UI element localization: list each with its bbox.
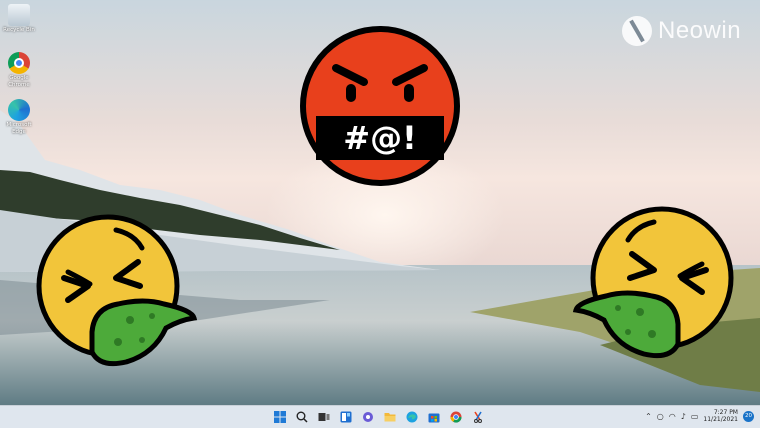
taskbar: ⌃ ○ ◠ ♪ ▭ 7:27 PM 11/21/2021 20 bbox=[0, 405, 760, 428]
desktop-icon-label: Recycle Bin bbox=[3, 27, 35, 33]
volume-icon[interactable]: ♪ bbox=[681, 412, 686, 421]
store-icon[interactable] bbox=[426, 409, 442, 425]
chevron-up-icon[interactable]: ⌃ bbox=[645, 412, 652, 421]
widgets-icon[interactable] bbox=[338, 409, 354, 425]
taskbar-clock[interactable]: 7:27 PM 11/21/2021 bbox=[703, 409, 738, 423]
neowin-watermark: Neowin bbox=[622, 14, 741, 48]
task-view-icon[interactable] bbox=[316, 409, 332, 425]
battery-icon[interactable]: ▭ bbox=[691, 412, 699, 421]
search-icon[interactable] bbox=[294, 409, 310, 425]
face-with-symbols-on-mouth-icon: #@! bbox=[300, 26, 460, 186]
desktop-icon-label: Microsoft Edge bbox=[6, 122, 32, 135]
clock-date: 11/21/2021 bbox=[703, 416, 738, 423]
clock-time: 7:27 PM bbox=[713, 409, 738, 416]
snipping-tool-icon[interactable] bbox=[470, 409, 486, 425]
neowin-logo-icon bbox=[622, 16, 652, 46]
system-tray: ⌃ ○ ◠ ♪ ▭ 7:27 PM 11/21/2021 20 bbox=[645, 409, 754, 423]
desktop-icon-edge[interactable]: Microsoft Edge bbox=[2, 99, 36, 135]
wifi-icon[interactable]: ◠ bbox=[669, 412, 676, 421]
chrome-icon[interactable] bbox=[448, 409, 464, 425]
taskbar-apps bbox=[272, 409, 486, 425]
desktop-icon-recycle-bin[interactable]: Recycle Bin bbox=[2, 4, 36, 34]
neowin-text: Neowin bbox=[658, 17, 742, 44]
face-vomiting-icon bbox=[572, 206, 734, 359]
chat-icon[interactable] bbox=[360, 409, 376, 425]
edge-icon[interactable] bbox=[404, 409, 420, 425]
recycle-bin-icon bbox=[8, 4, 30, 26]
desktop-icon-chrome[interactable]: Google Chrome bbox=[2, 52, 36, 88]
windows-start-icon[interactable] bbox=[272, 409, 288, 425]
edge-icon bbox=[8, 99, 30, 121]
face-vomiting-icon bbox=[36, 214, 198, 367]
desktop-icon-label: Google Chrome bbox=[8, 75, 30, 88]
notification-badge[interactable]: 20 bbox=[743, 410, 754, 422]
file-explorer-icon[interactable] bbox=[382, 409, 398, 425]
network-icon[interactable]: ○ bbox=[657, 412, 664, 421]
chrome-icon bbox=[8, 52, 30, 74]
swear-symbols-text: #@! bbox=[343, 119, 416, 157]
